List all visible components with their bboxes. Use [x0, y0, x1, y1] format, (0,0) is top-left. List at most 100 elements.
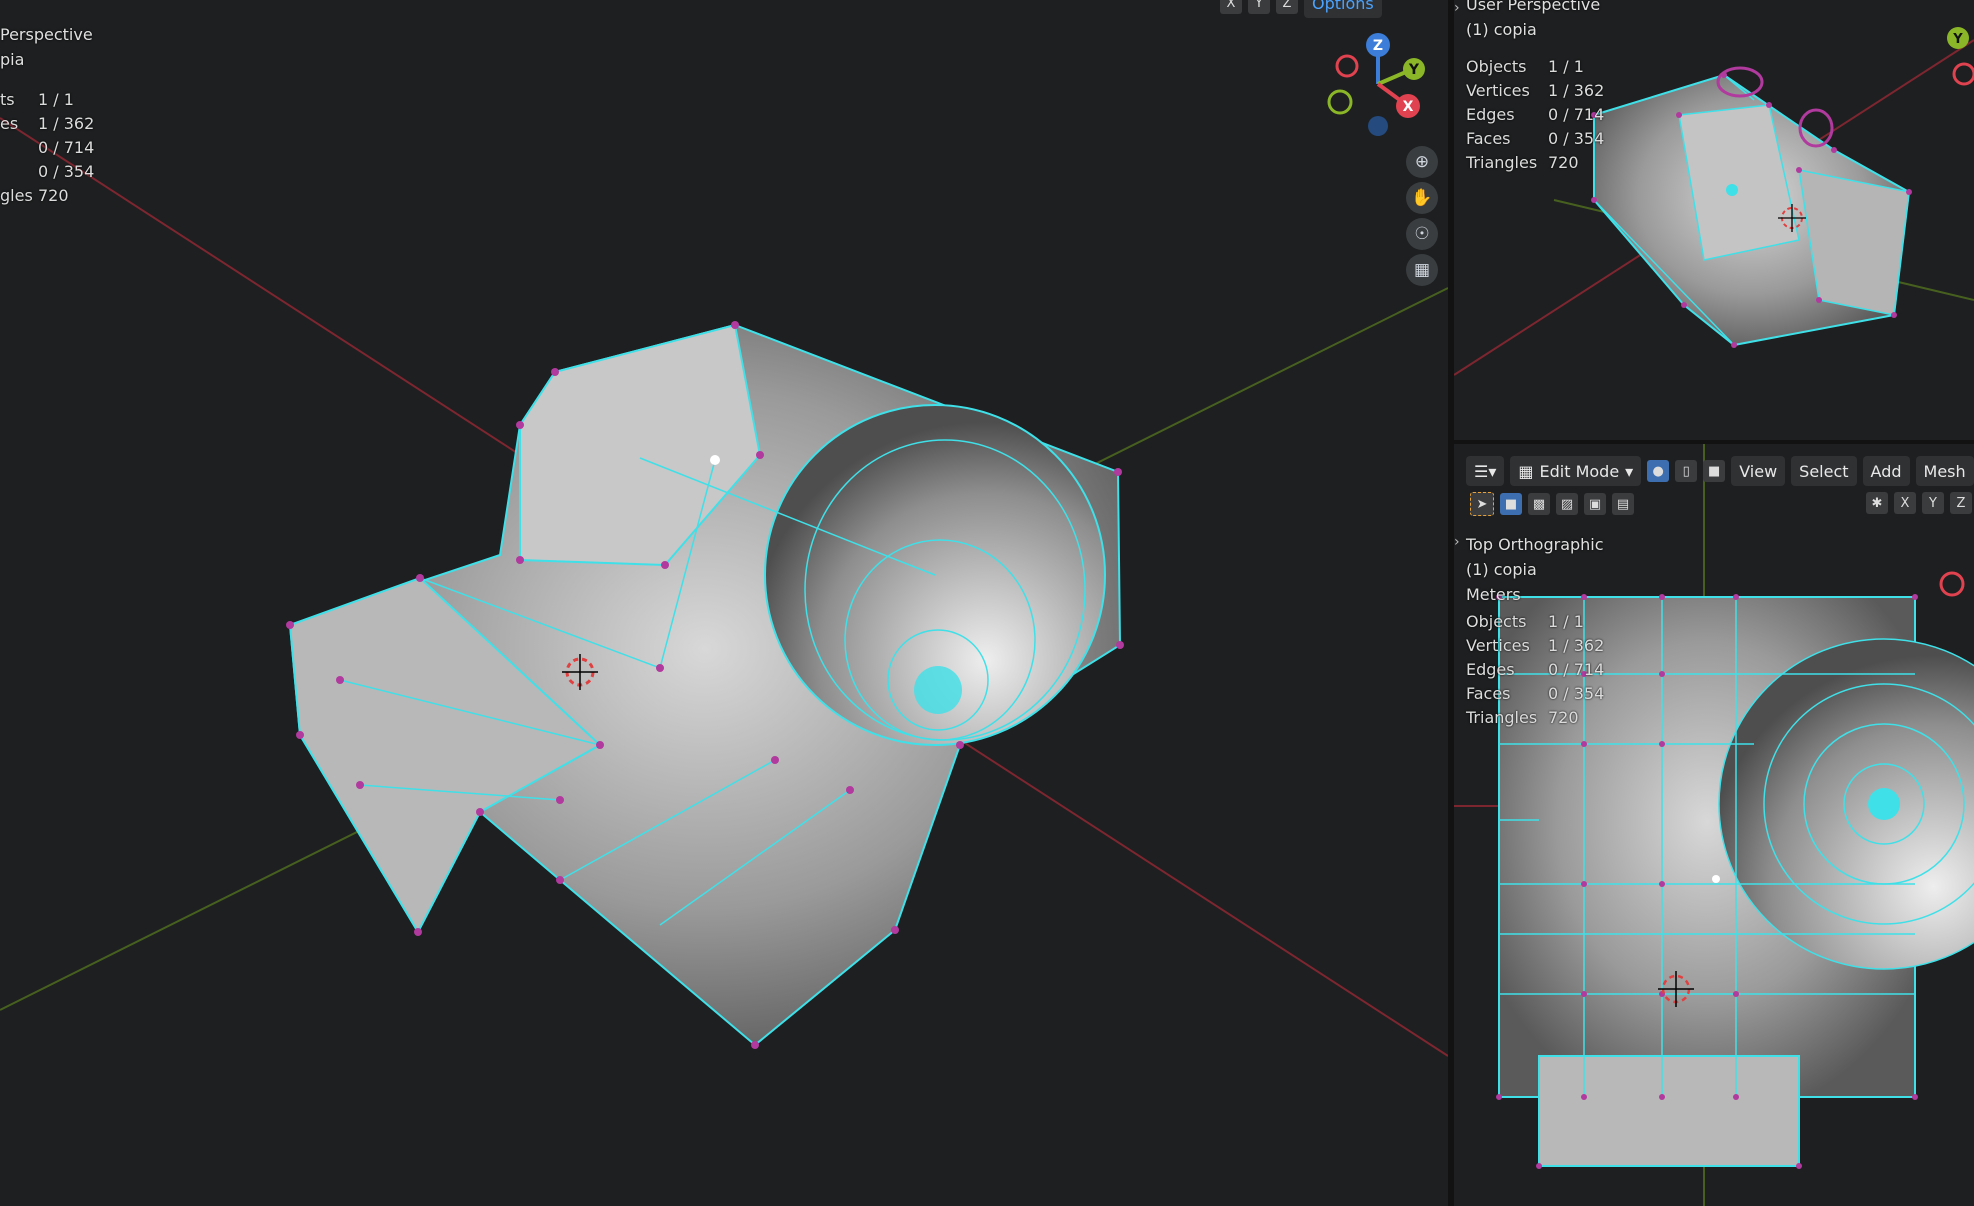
stat-label: Vertices: [1466, 81, 1530, 100]
left-3d-viewport[interactable]: Z Y X Perspective pia ts 1 / 1 es 1 / 362 …: [0, 0, 1448, 1206]
face-select-mode-button[interactable]: ■: [1703, 460, 1726, 482]
stat-value: 1 / 1: [1548, 612, 1584, 631]
menu-select[interactable]: Select: [1791, 456, 1857, 486]
bottom-right-3d-viewport[interactable]: ☰▾ ▦ Edit Mode ▾ ● ▯ ■ View Select Add M…: [1454, 444, 1974, 1206]
stat-value: 0 / 354: [38, 162, 95, 181]
stat-label: Faces: [1466, 129, 1511, 148]
stat-label: ts: [0, 90, 15, 109]
bottom-right-header: Top Orthographic (1) copia Meters: [1466, 532, 1604, 607]
stat-row: Triangles 720: [1466, 706, 1604, 730]
stat-label: Vertices: [1466, 636, 1530, 655]
menu-add[interactable]: Add: [1862, 456, 1910, 486]
axis-y-button[interactable]: Y: [1922, 492, 1944, 514]
mirror-icon[interactable]: ✱: [1866, 492, 1888, 514]
stat-row: Triangles 720: [1466, 151, 1604, 175]
editor-type-icon: ☰▾: [1474, 461, 1497, 481]
menu-view[interactable]: View: [1731, 456, 1786, 486]
axis-z-button[interactable]: Z: [1950, 492, 1972, 514]
collapse-chevron-icon[interactable]: ›: [1454, 0, 1460, 16]
stat-label: Triangles: [1466, 708, 1538, 727]
stat-label: Triangles: [1466, 153, 1538, 172]
stat-value: 720: [38, 186, 69, 205]
edit-mode-icon: ▦: [1518, 461, 1534, 481]
gizmo-neg-x-icon[interactable]: [1939, 571, 1965, 597]
stat-row: 0 / 354: [0, 160, 94, 184]
stat-row: Vertices 1 / 362: [1466, 634, 1604, 658]
gizmo-neg-x-icon[interactable]: [1335, 54, 1359, 78]
axis-y-button[interactable]: Y: [1248, 0, 1270, 14]
stat-row: Faces 0 / 354: [1466, 682, 1604, 706]
stat-value: 0 / 354: [1548, 129, 1605, 148]
select-invert-icon[interactable]: ▣: [1584, 493, 1606, 515]
stat-label: Objects: [1466, 57, 1527, 76]
stat-value: 720: [1548, 153, 1579, 172]
stat-value: 720: [1548, 708, 1579, 727]
top-right-header: User Perspective (1) copia: [1466, 0, 1600, 42]
edge-select-mode-button[interactable]: ▯: [1675, 460, 1698, 482]
stat-value: 1 / 362: [1548, 636, 1605, 655]
stat-row: Objects 1 / 1: [1466, 55, 1604, 79]
left-viewport-stats: ts 1 / 1 es 1 / 362 0 / 714 0 / 354 gles 72…: [0, 88, 94, 208]
gizmo-x-label: X: [1403, 99, 1414, 115]
stat-label: gles: [0, 186, 33, 205]
camera-icon[interactable]: ☉: [1406, 218, 1438, 250]
axis-z-button[interactable]: Z: [1276, 0, 1298, 14]
stat-value: 0 / 354: [1548, 684, 1605, 703]
axis-x-button[interactable]: X: [1220, 0, 1242, 14]
menu-mesh[interactable]: Mesh: [1915, 456, 1974, 486]
stat-value: 1 / 362: [1548, 81, 1605, 100]
gizmo-y-label: Y: [1952, 32, 1963, 47]
stat-row: Faces 0 / 354: [1466, 127, 1604, 151]
options-dropdown[interactable]: Options: [1304, 0, 1382, 18]
view-name: Top Orthographic: [1466, 535, 1604, 554]
stat-label: Edges: [1466, 660, 1515, 679]
select-extend-icon[interactable]: ▩: [1528, 493, 1550, 515]
stat-label: [0, 136, 38, 160]
stat-value: 1 / 1: [38, 90, 74, 109]
top-right-3d-viewport[interactable]: Y User Perspective (1) copia › Objects 1 …: [1454, 0, 1974, 440]
stat-value: 0 / 714: [1548, 105, 1605, 124]
stat-label: es: [0, 114, 19, 133]
view-name: Perspective: [0, 25, 93, 44]
stat-row: Vertices 1 / 362: [1466, 79, 1604, 103]
left-viewport-scene[interactable]: Z Y X: [0, 0, 1448, 1206]
mirror-axis-row: ✱ X Y Z: [1866, 492, 1972, 514]
stat-value: 1 / 1: [1548, 57, 1584, 76]
top-right-stats: Objects 1 / 1 Vertices 1 / 362 Edges 0 / 71…: [1466, 55, 1604, 175]
bottom-right-stats: Objects 1 / 1 Vertices 1 / 362 Edges 0 / 71…: [1466, 610, 1604, 730]
options-label: Options: [1312, 0, 1374, 13]
vertex-select-mode-button[interactable]: ●: [1647, 460, 1670, 482]
stat-label: Edges: [1466, 105, 1515, 124]
stat-label: Objects: [1466, 612, 1527, 631]
left-viewport-header: Perspective pia: [0, 22, 93, 72]
select-intersect-icon[interactable]: ▤: [1612, 493, 1634, 515]
stat-row: gles 720: [0, 184, 94, 208]
navigation-gizmo[interactable]: Z Y X: [1327, 33, 1425, 136]
select-cursor-icon[interactable]: ➤: [1470, 492, 1494, 516]
gizmo-neg-y-icon[interactable]: [1327, 89, 1353, 115]
editor-type-dropdown[interactable]: ☰▾: [1466, 456, 1505, 486]
mesh-object[interactable]: [286, 321, 1124, 1049]
stat-label: [0, 160, 38, 184]
grid-ortho-icon[interactable]: ▦: [1406, 254, 1438, 286]
stat-label: Faces: [1466, 684, 1511, 703]
zoom-icon[interactable]: ⊕: [1406, 146, 1438, 178]
chevron-down-icon: ▾: [1625, 461, 1634, 481]
select-new-icon[interactable]: ■: [1500, 493, 1522, 515]
stat-value: 1 / 362: [38, 114, 95, 133]
tool-settings-row: ➤ ■ ▩ ▨ ▣ ▤: [1470, 492, 1634, 516]
select-subtract-icon[interactable]: ▨: [1556, 493, 1578, 515]
hand-pan-icon[interactable]: ✋: [1406, 182, 1438, 214]
collapse-chevron-icon[interactable]: ›: [1454, 534, 1460, 550]
gizmo-neg-z-icon[interactable]: [1368, 116, 1388, 136]
mode-dropdown[interactable]: ▦ Edit Mode ▾: [1510, 456, 1642, 486]
object-name: (1) copia: [1466, 20, 1537, 39]
stat-row: Objects 1 / 1: [1466, 610, 1604, 634]
gizmo-neg-x-icon[interactable]: [1952, 62, 1974, 86]
stat-row: ts 1 / 1: [0, 88, 94, 112]
axis-x-button[interactable]: X: [1894, 492, 1916, 514]
object-name: (1) copia: [1466, 560, 1537, 579]
stat-row: es 1 / 362: [0, 112, 94, 136]
gizmo-z-label: Z: [1373, 38, 1383, 54]
stat-row: Edges 0 / 714: [1466, 658, 1604, 682]
